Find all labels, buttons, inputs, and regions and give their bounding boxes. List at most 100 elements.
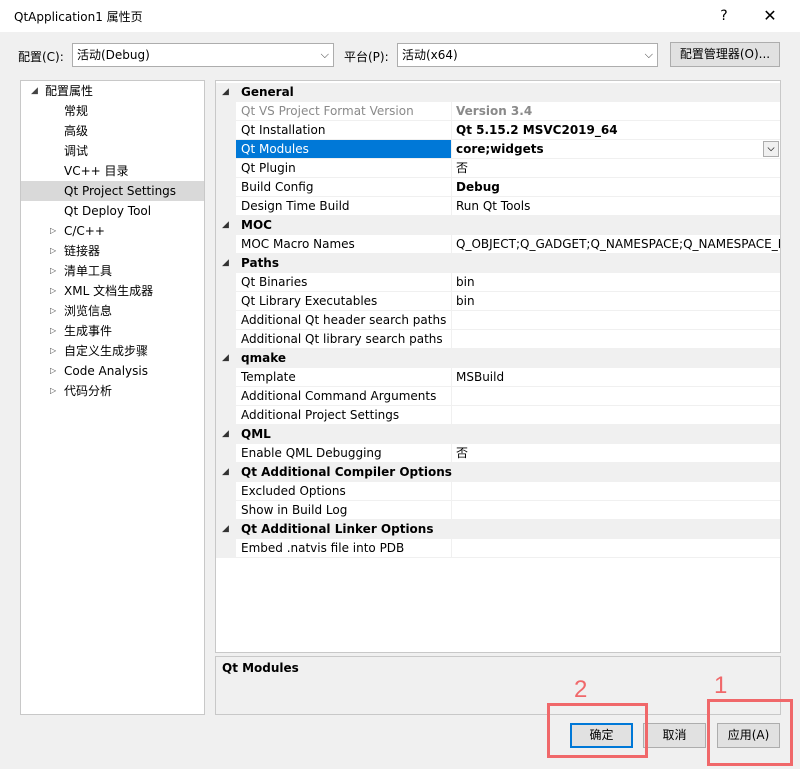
tree-item-manifest-tool[interactable]: ▷ 清单工具 — [21, 261, 204, 281]
category-qml[interactable]: ◢ QML — [216, 425, 780, 444]
category-title: MOC — [241, 218, 272, 232]
chevron-down-icon[interactable]: ⌵ — [763, 141, 779, 157]
collapsed-triangle-icon[interactable]: ▷ — [50, 341, 56, 361]
row-gutter — [216, 292, 236, 311]
property-value[interactable]: Qt 5.15.2 MSVC2019_64 — [452, 121, 780, 140]
property-value[interactable]: Run Qt Tools — [452, 197, 780, 216]
category-general[interactable]: ◢ General — [216, 83, 780, 102]
category-linker-options[interactable]: ◢ Qt Additional Linker Options — [216, 520, 780, 539]
property-name: Additional Qt library search paths — [236, 330, 452, 349]
config-manager-button[interactable]: 配置管理器(O)... — [670, 42, 780, 67]
window-title: QtApplication1 属性页 — [14, 10, 143, 24]
annotation-label-2: 2 — [574, 676, 588, 703]
collapsed-triangle-icon[interactable]: ▷ — [50, 361, 56, 381]
row-gutter — [216, 387, 236, 406]
tree-item-debugging[interactable]: 调试 — [21, 141, 204, 161]
property-row[interactable]: MOC Macro Names Q_OBJECT;Q_GADGET;Q_NAME… — [216, 235, 780, 254]
property-row[interactable]: Additional Project Settings — [216, 406, 780, 425]
property-value[interactable] — [452, 482, 780, 501]
tree-item-custom-build-step[interactable]: ▷ 自定义生成步骤 — [21, 341, 204, 361]
close-button[interactable]: ✕ — [750, 2, 790, 30]
tree-item-config-properties[interactable]: ◢ 配置属性 — [21, 81, 204, 101]
property-tree: ◢ 配置属性 常规 高级 调试 VC++ 目录 Qt Project Setti… — [20, 80, 205, 715]
property-value-text: core;widgets — [456, 142, 544, 156]
property-value[interactable]: bin — [452, 292, 780, 311]
tree-item-vc-directories[interactable]: VC++ 目录 — [21, 161, 204, 181]
expanded-triangle-icon[interactable]: ◢ — [222, 349, 229, 368]
property-value[interactable]: MSBuild — [452, 368, 780, 387]
tree-item-build-events[interactable]: ▷ 生成事件 — [21, 321, 204, 341]
tree-item-general[interactable]: 常规 — [21, 101, 204, 121]
tree-item-label: 代码分析 — [64, 384, 113, 398]
expanded-triangle-icon[interactable]: ◢ — [222, 216, 229, 235]
property-value[interactable] — [452, 330, 780, 349]
property-value[interactable]: bin — [452, 273, 780, 292]
tree-item-label: XML 文档生成器 — [64, 284, 154, 298]
property-row[interactable]: Qt Binaries bin — [216, 273, 780, 292]
property-value[interactable]: Q_OBJECT;Q_GADGET;Q_NAMESPACE;Q_NAMESPAC… — [452, 235, 780, 254]
row-gutter — [216, 482, 236, 501]
property-row[interactable]: Show in Build Log — [216, 501, 780, 520]
property-name: Qt Installation — [236, 121, 452, 140]
category-qmake[interactable]: ◢ qmake — [216, 349, 780, 368]
row-gutter — [216, 444, 236, 463]
expanded-triangle-icon[interactable]: ◢ — [222, 463, 229, 482]
tree-item-xml-doc-generator[interactable]: ▷ XML 文档生成器 — [21, 281, 204, 301]
tree-item-linker[interactable]: ▷ 链接器 — [21, 241, 204, 261]
property-row[interactable]: Excluded Options — [216, 482, 780, 501]
row-gutter — [216, 330, 236, 349]
row-gutter — [216, 121, 236, 140]
property-row-selected[interactable]: Qt Modules core;widgets ⌵ — [216, 140, 780, 159]
expanded-triangle-icon[interactable]: ◢ — [222, 83, 229, 102]
property-value[interactable] — [452, 539, 780, 558]
platform-label: 平台(P): — [344, 50, 389, 64]
config-dropdown[interactable]: 活动(Debug) ⌵ — [72, 43, 334, 67]
property-row[interactable]: Qt Plugin 否 — [216, 159, 780, 178]
collapsed-triangle-icon[interactable]: ▷ — [50, 261, 56, 281]
row-gutter — [216, 406, 236, 425]
property-value[interactable]: Debug — [452, 178, 780, 197]
tree-item-code-analysis-cn[interactable]: ▷ 代码分析 — [21, 381, 204, 401]
tree-item-qt-project-settings[interactable]: Qt Project Settings — [21, 181, 204, 201]
category-compiler-options[interactable]: ◢ Qt Additional Compiler Options — [216, 463, 780, 482]
expanded-triangle-icon[interactable]: ◢ — [222, 520, 229, 539]
collapsed-triangle-icon[interactable]: ▷ — [50, 241, 56, 261]
collapsed-triangle-icon[interactable]: ▷ — [50, 281, 56, 301]
tree-item-code-analysis[interactable]: ▷ Code Analysis — [21, 361, 204, 381]
property-row[interactable]: Additional Qt header search paths — [216, 311, 780, 330]
tree-item-c-cpp[interactable]: ▷ C/C++ — [21, 221, 204, 241]
property-value[interactable] — [452, 311, 780, 330]
property-value[interactable] — [452, 501, 780, 520]
property-row[interactable]: Additional Qt library search paths — [216, 330, 780, 349]
property-row[interactable]: Build Config Debug — [216, 178, 780, 197]
tree-item-browse-info[interactable]: ▷ 浏览信息 — [21, 301, 204, 321]
row-gutter — [216, 368, 236, 387]
property-row[interactable]: Embed .natvis file into PDB — [216, 539, 780, 558]
property-row[interactable]: Qt VS Project Format Version Version 3.4 — [216, 102, 780, 121]
collapsed-triangle-icon[interactable]: ▷ — [50, 221, 56, 241]
expanded-triangle-icon[interactable]: ◢ — [222, 254, 229, 273]
collapsed-triangle-icon[interactable]: ▷ — [50, 381, 56, 401]
property-row[interactable]: Additional Command Arguments — [216, 387, 780, 406]
expanded-triangle-icon[interactable]: ◢ — [222, 425, 229, 444]
property-value[interactable] — [452, 406, 780, 425]
property-value[interactable] — [452, 387, 780, 406]
property-row[interactable]: Template MSBuild — [216, 368, 780, 387]
tree-item-advanced[interactable]: 高级 — [21, 121, 204, 141]
property-value[interactable]: core;widgets ⌵ — [452, 140, 780, 159]
help-button[interactable]: ? — [710, 2, 738, 30]
property-row[interactable]: Qt Library Executables bin — [216, 292, 780, 311]
property-name: Build Config — [236, 178, 452, 197]
category-paths[interactable]: ◢ Paths — [216, 254, 780, 273]
cancel-button[interactable]: 取消 — [643, 723, 706, 748]
property-row[interactable]: Enable QML Debugging 否 — [216, 444, 780, 463]
category-moc[interactable]: ◢ MOC — [216, 216, 780, 235]
collapsed-triangle-icon[interactable]: ▷ — [50, 321, 56, 341]
property-value[interactable]: 否 — [452, 159, 780, 178]
property-value[interactable]: 否 — [452, 444, 780, 463]
platform-dropdown[interactable]: 活动(x64) ⌵ — [397, 43, 658, 67]
property-row[interactable]: Qt Installation Qt 5.15.2 MSVC2019_64 — [216, 121, 780, 140]
collapsed-triangle-icon[interactable]: ▷ — [50, 301, 56, 321]
tree-item-qt-deploy-tool[interactable]: Qt Deploy Tool — [21, 201, 204, 221]
property-row[interactable]: Design Time Build Run Qt Tools — [216, 197, 780, 216]
